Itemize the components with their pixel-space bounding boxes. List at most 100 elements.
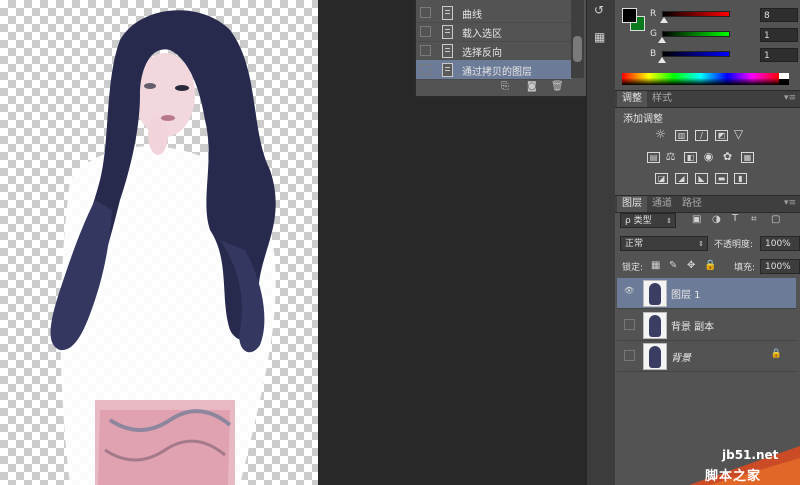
properties-panel-icon[interactable]: ▦: [594, 30, 605, 44]
opacity-label: 不透明度:: [714, 240, 754, 250]
history-state-icon: [442, 63, 453, 77]
layer-thumbnail: [643, 280, 667, 307]
blue-value-field[interactable]: 1: [760, 48, 798, 62]
green-slider-knob[interactable]: [658, 37, 666, 43]
black-white-icon[interactable]: ◧: [684, 152, 697, 163]
red-slider-knob[interactable]: [660, 17, 668, 23]
levels-icon[interactable]: ▥: [675, 130, 688, 141]
add-adjustment-heading: 添加调整: [623, 114, 663, 125]
history-snapshot-checkbox[interactable]: [420, 7, 431, 18]
history-item-label: 通过拷贝的图层: [462, 67, 532, 78]
tab-adjustments[interactable]: 调整: [617, 91, 647, 107]
history-snapshot-checkbox[interactable]: [420, 26, 431, 37]
tab-paths[interactable]: 路径: [677, 196, 707, 212]
layer-filter-kind-select[interactable]: ρ 类型 ⇕: [620, 213, 676, 228]
foreground-color-swatch[interactable]: [622, 8, 637, 23]
lock-transparent-pixels-icon[interactable]: ▦: [651, 260, 660, 271]
blend-mode-select[interactable]: 正常 ⇕: [620, 236, 708, 251]
adjustment-layer-filter-icon[interactable]: ◑: [712, 214, 721, 225]
camera-snapshot-icon[interactable]: ◙: [527, 82, 537, 92]
posterize-icon[interactable]: ◢: [675, 173, 688, 184]
history-footer: ⎘ ◙ 🗑: [415, 79, 585, 95]
layer-row[interactable]: 👁 图层 1: [617, 278, 796, 309]
gradient-map-icon[interactable]: ▬: [715, 173, 728, 184]
curves-icon[interactable]: ∕: [695, 130, 708, 141]
history-state-icon: [442, 25, 453, 39]
trash-icon[interactable]: 🗑: [551, 82, 564, 92]
black-white-ramp[interactable]: [779, 73, 789, 85]
lock-image-pixels-icon[interactable]: ✎: [669, 260, 677, 271]
tab-styles[interactable]: 样式: [647, 91, 677, 107]
visibility-toggle-box[interactable]: [624, 319, 635, 330]
eye-icon[interactable]: 👁: [624, 287, 634, 296]
document-canvas[interactable]: [0, 0, 318, 485]
lock-all-icon[interactable]: 🔒: [704, 260, 716, 271]
history-panel-icon[interactable]: ↺: [594, 3, 604, 17]
layer-thumbnail: [643, 312, 667, 339]
red-channel-slider[interactable]: [662, 11, 730, 17]
visibility-toggle-box[interactable]: [624, 350, 635, 361]
smart-object-filter-icon[interactable]: ▢: [771, 214, 780, 225]
tab-layers[interactable]: 图层: [617, 196, 647, 212]
layer-name: 背景: [671, 353, 691, 364]
layer-name: 图层 1: [671, 290, 701, 301]
blue-channel-slider[interactable]: [662, 51, 730, 57]
layer-thumbnail: [643, 343, 667, 370]
new-document-from-state-icon[interactable]: ⎘: [501, 82, 509, 92]
photo-filter-icon[interactable]: ◉: [703, 151, 714, 162]
history-state-icon: [442, 44, 453, 58]
history-item-selected[interactable]: 通过拷贝的图层: [416, 60, 572, 80]
green-channel-slider[interactable]: [662, 31, 730, 37]
invert-icon[interactable]: ◪: [655, 173, 668, 184]
history-item[interactable]: 选择反向: [416, 41, 572, 61]
history-item[interactable]: 曲线: [416, 3, 572, 23]
portrait-image: [50, 10, 276, 485]
history-item-label: 载入选区: [462, 29, 502, 40]
history-item-label: 选择反向: [462, 48, 502, 59]
history-item[interactable]: 载入选区: [416, 22, 572, 42]
pixel-layer-filter-icon[interactable]: ▣: [692, 214, 701, 225]
shape-layer-filter-icon[interactable]: ⌗: [751, 214, 757, 225]
panel-menu-icon[interactable]: ▾≡: [784, 196, 796, 211]
layer-filter-kind-value: ρ 类型: [625, 216, 652, 226]
layers-tabbar: 图层 通道 路径 ▾≡: [615, 195, 800, 213]
history-state-icon: [442, 6, 453, 20]
fill-field[interactable]: 100%: [760, 259, 800, 274]
fill-value: 100%: [765, 262, 791, 272]
selective-color-icon[interactable]: ▮: [734, 173, 747, 184]
history-scrollbar-thumb[interactable]: [573, 36, 582, 62]
layer-row[interactable]: 背景 🔒: [617, 341, 796, 372]
panel-icon-strip: ↺ ▦: [586, 0, 616, 485]
vibrance-icon[interactable]: ▽: [733, 128, 744, 140]
green-value-field[interactable]: 1: [760, 28, 798, 42]
lock-position-icon[interactable]: ✥: [687, 260, 695, 271]
layer-name: 背景 副本: [671, 322, 715, 333]
color-lookup-icon[interactable]: ▦: [741, 152, 754, 163]
color-balance-icon[interactable]: ⚖: [665, 151, 676, 162]
opacity-value: 100%: [765, 239, 791, 249]
blue-slider-knob[interactable]: [658, 57, 666, 63]
green-channel-label: G: [650, 29, 657, 39]
adjustments-tabbar: 调整 样式 ▾≡: [615, 90, 800, 108]
history-item-label: 曲线: [462, 10, 482, 21]
panel-menu-icon[interactable]: ▾≡: [784, 91, 796, 106]
red-channel-label: R: [650, 9, 657, 19]
history-snapshot-checkbox[interactable]: [420, 45, 431, 56]
history-snapshot-checkbox[interactable]: [420, 64, 431, 75]
brightness-contrast-icon[interactable]: ☼: [655, 128, 666, 140]
layer-row[interactable]: 背景 副本: [617, 310, 796, 341]
type-layer-filter-icon[interactable]: T: [732, 213, 738, 224]
exposure-icon[interactable]: ◩: [715, 130, 728, 141]
watermark-site: jb51.net: [722, 448, 779, 462]
lock-label: 锁定:: [622, 263, 644, 273]
red-value-field[interactable]: 8: [760, 8, 798, 22]
channel-mixer-icon[interactable]: ✿: [722, 151, 733, 162]
tab-channels[interactable]: 通道: [647, 196, 677, 212]
threshold-icon[interactable]: ◣: [695, 173, 708, 184]
opacity-field[interactable]: 100%: [760, 236, 800, 251]
hue-saturation-icon[interactable]: ▤: [647, 152, 660, 163]
color-spectrum-ramp[interactable]: [622, 73, 779, 85]
watermark-name: 脚本之家: [705, 469, 762, 484]
lock-icon: 🔒: [770, 349, 782, 359]
fill-label: 填充:: [734, 263, 756, 273]
